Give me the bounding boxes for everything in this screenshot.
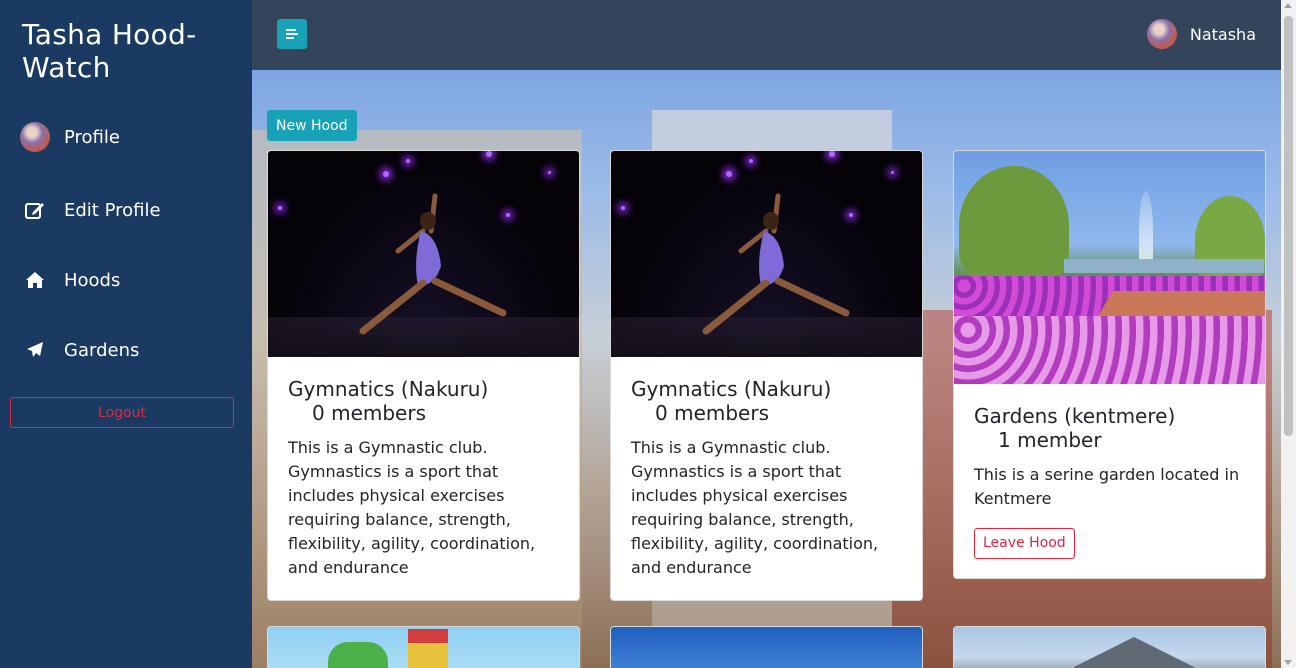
card-description: This is a Gymnastic club. Gymnastics is …	[288, 438, 536, 577]
scroll-down-icon[interactable]	[1284, 660, 1292, 665]
menu-toggle-button[interactable]	[277, 19, 307, 49]
sidebar-item-label: Gardens	[64, 339, 140, 361]
card-image	[954, 627, 1265, 668]
sidebar-item-profile[interactable]: Profile	[20, 122, 120, 152]
edit-icon	[20, 195, 50, 225]
top-navbar: Natasha	[252, 0, 1281, 70]
card-title: Gymnatics (Nakuru)	[631, 377, 832, 401]
avatar	[1146, 19, 1177, 49]
card-title: Gardens (kentmere)	[974, 404, 1176, 428]
hood-card: Gardens (kentmere) 1 member This is a se…	[953, 150, 1266, 579]
card-description: This is a serine garden located in Kentm…	[974, 465, 1240, 508]
main-content: New Hood Gymnatics (Nakuru) 0 members Th…	[252, 70, 1281, 668]
new-hood-button[interactable]: New Hood	[267, 110, 357, 141]
sidebar-item-gardens[interactable]: Gardens	[20, 335, 139, 365]
page-scrollbar[interactable]	[1281, 0, 1296, 668]
card-image	[268, 627, 579, 668]
scroll-thumb[interactable]	[1284, 16, 1293, 436]
leave-hood-button[interactable]: Leave Hood	[974, 528, 1075, 559]
card-image	[954, 151, 1265, 384]
sidebar: Tasha Hood-Watch Profile Edit Profile Ho…	[0, 0, 252, 668]
sidebar-item-hoods[interactable]: Hoods	[20, 265, 120, 295]
hood-card: Gymnatics (Nakuru) 0 members This is a G…	[267, 150, 580, 601]
hood-card: Gymnatics (Nakuru) 0 members This is a G…	[610, 150, 923, 601]
brand-title: Tasha Hood-Watch	[22, 18, 197, 84]
member-count: 0 members	[312, 401, 426, 425]
card-image	[611, 627, 922, 668]
paper-plane-icon	[20, 335, 50, 365]
member-count: 1 member	[998, 428, 1102, 452]
home-icon	[20, 265, 50, 295]
avatar	[20, 122, 50, 152]
sidebar-item-label: Profile	[64, 126, 120, 148]
user-name: Natasha	[1189, 24, 1256, 44]
card-description: This is a Gymnastic club. Gymnastics is …	[631, 438, 879, 577]
hood-card	[610, 626, 923, 668]
scroll-up-icon[interactable]	[1284, 3, 1292, 8]
user-menu[interactable]: Natasha	[1146, 19, 1256, 49]
sidebar-item-label: Edit Profile	[64, 199, 161, 221]
hood-card	[267, 626, 580, 668]
logout-button[interactable]: Logout	[10, 397, 234, 428]
sidebar-item-label: Hoods	[64, 269, 121, 291]
sidebar-item-edit-profile[interactable]: Edit Profile	[20, 195, 161, 225]
member-count: 0 members	[655, 401, 769, 425]
card-image	[268, 151, 579, 357]
card-title: Gymnatics (Nakuru)	[288, 377, 489, 401]
card-image	[611, 151, 922, 357]
hood-card	[953, 626, 1266, 668]
menu-icon	[286, 27, 298, 41]
